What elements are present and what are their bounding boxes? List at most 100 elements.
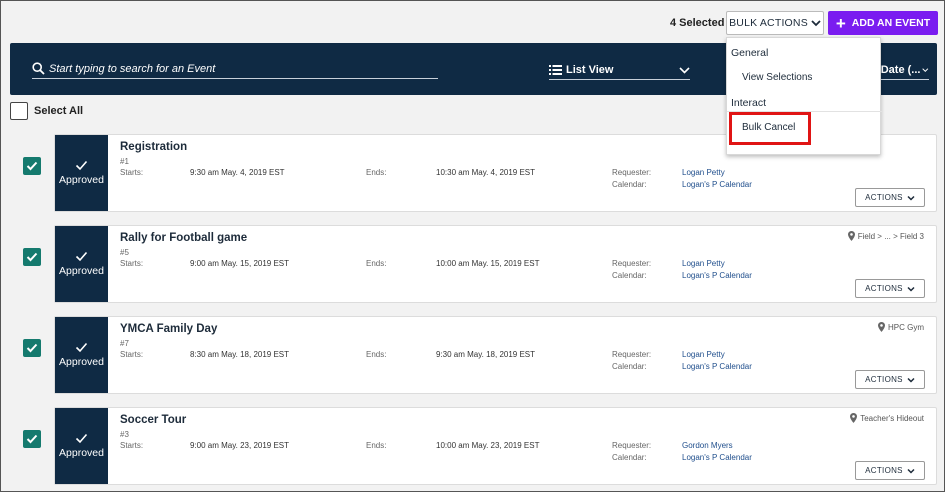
requester-label: Requester:: [612, 350, 652, 359]
add-event-button[interactable]: + ADD AN EVENT: [828, 11, 938, 35]
select-all-label: Select All: [34, 105, 84, 117]
event-id: #1: [120, 157, 129, 166]
menu-group-general: General: [731, 47, 769, 59]
map-pin-icon: [878, 322, 885, 332]
search-input[interactable]: [49, 62, 429, 75]
status-block: Approved: [55, 317, 108, 393]
starts-value: 9:30 am May. 4, 2019 EST: [190, 168, 285, 177]
add-event-label: ADD AN EVENT: [851, 17, 931, 29]
status-label: Approved: [59, 356, 104, 368]
calendar-label: Calendar:: [612, 453, 647, 462]
map-pin-icon: [847, 231, 855, 241]
calendar-label: Calendar:: [612, 180, 647, 189]
event-title[interactable]: Soccer Tour: [120, 414, 186, 426]
ends-label: Ends:: [366, 259, 387, 268]
actions-label: ACTIONS: [865, 193, 903, 202]
bulk-actions-label: BULK ACTIONS: [729, 17, 808, 29]
chevron-down-icon: [922, 67, 929, 72]
ends-value: 10:00 am May. 23, 2019 EST: [436, 441, 540, 450]
actions-label: ACTIONS: [865, 466, 903, 475]
checkmark-icon: [26, 252, 38, 262]
event-actions-button[interactable]: ACTIONS: [855, 370, 925, 389]
chevron-down-icon: [907, 195, 915, 201]
calendar-value[interactable]: Logan's P Calendar: [682, 271, 752, 280]
event-card[interactable]: Approved Rally for Football game #5 Star…: [54, 225, 937, 303]
checkmark-icon: [75, 433, 88, 444]
checkmark-icon: [26, 343, 38, 353]
ends-label: Ends:: [366, 168, 387, 177]
requester-value[interactable]: Logan Petty: [682, 168, 725, 177]
requester-value[interactable]: Logan Petty: [682, 350, 725, 359]
map-pin-icon: [850, 413, 858, 423]
requester-value[interactable]: Gordon Myers: [682, 441, 733, 450]
calendar-value[interactable]: Logan's P Calendar: [682, 362, 752, 371]
list-icon: [549, 64, 562, 75]
bulk-actions-menu: General View Selections Interact Bulk Ca…: [726, 37, 882, 155]
ends-label: Ends:: [366, 441, 387, 450]
starts-label: Starts:: [120, 350, 144, 359]
select-all-checkbox[interactable]: [10, 102, 28, 120]
starts-label: Starts:: [120, 168, 144, 177]
requester-label: Requester:: [612, 168, 652, 177]
event-checkbox[interactable]: [23, 430, 41, 448]
starts-value: 9:00 am May. 15, 2019 EST: [190, 259, 290, 268]
event-title[interactable]: Rally for Football game: [120, 232, 247, 244]
chevron-down-icon: [907, 286, 915, 292]
search-icon: [32, 62, 45, 75]
ends-value: 10:00 am May. 15, 2019 EST: [436, 259, 540, 268]
highlight-box: [729, 112, 811, 145]
actions-label: ACTIONS: [865, 284, 903, 293]
event-title[interactable]: Registration: [120, 141, 187, 153]
actions-label: ACTIONS: [865, 375, 903, 384]
chevron-down-icon: [907, 468, 915, 474]
event-card[interactable]: Approved Soccer Tour #3 Starts: 9:00 am …: [54, 407, 937, 485]
calendar-value[interactable]: Logan's P Calendar: [682, 180, 752, 189]
event-checkbox[interactable]: [23, 248, 41, 266]
location-text: Field > ... > Field 3: [857, 231, 924, 241]
event-title[interactable]: YMCA Family Day: [120, 323, 217, 335]
starts-value: 9:00 am May. 23, 2019 EST: [190, 441, 290, 450]
requester-label: Requester:: [612, 259, 652, 268]
requester-value[interactable]: Logan Petty: [682, 259, 725, 268]
plus-icon: +: [835, 13, 846, 33]
menu-item-view-selections[interactable]: View Selections: [742, 72, 812, 83]
view-mode-select[interactable]: List View: [549, 60, 690, 80]
status-label: Approved: [59, 174, 104, 186]
checkmark-icon: [75, 160, 88, 171]
location: Teacher's Hideout: [850, 413, 924, 423]
chevron-down-icon: [679, 66, 690, 74]
checkmark-icon: [75, 251, 88, 262]
status-label: Approved: [59, 265, 104, 277]
checkmark-icon: [26, 434, 38, 444]
event-id: #7: [120, 339, 129, 348]
event-actions-button[interactable]: ACTIONS: [855, 461, 925, 480]
location-text: HPC Gym: [888, 322, 924, 332]
menu-group-interact: Interact: [731, 97, 767, 109]
starts-value: 8:30 am May. 18, 2019 EST: [190, 350, 290, 359]
location: Field > ... > Field 3: [847, 231, 924, 241]
calendar-value[interactable]: Logan's P Calendar: [682, 453, 752, 462]
select-all[interactable]: Select All: [10, 102, 83, 120]
event-row: Approved YMCA Family Day #7 Starts: 8:30…: [0, 316, 945, 394]
sort-select[interactable]: t Date (...: [874, 60, 929, 80]
status-block: Approved: [55, 408, 108, 484]
ends-value: 10:30 am May. 4, 2019 EST: [436, 168, 536, 177]
calendar-label: Calendar:: [612, 271, 647, 280]
location-text: Teacher's Hideout: [860, 413, 924, 423]
requester-label: Requester:: [612, 441, 652, 450]
event-row: Approved Rally for Football game #5 Star…: [0, 225, 945, 303]
event-card[interactable]: Approved YMCA Family Day #7 Starts: 8:30…: [54, 316, 937, 394]
ends-value: 9:30 am May. 18, 2019 EST: [436, 350, 536, 359]
event-id: #5: [120, 248, 129, 257]
view-mode-label: List View: [566, 63, 614, 76]
checkmark-icon: [26, 161, 38, 171]
bulk-actions-button[interactable]: BULK ACTIONS: [726, 11, 824, 35]
event-checkbox[interactable]: [23, 157, 41, 175]
event-id: #3: [120, 430, 129, 439]
search-field[interactable]: [32, 59, 438, 79]
event-checkbox[interactable]: [23, 339, 41, 357]
event-actions-button[interactable]: ACTIONS: [855, 188, 925, 207]
status-block: Approved: [55, 135, 108, 211]
checkmark-icon: [75, 342, 88, 353]
event-actions-button[interactable]: ACTIONS: [855, 279, 925, 298]
